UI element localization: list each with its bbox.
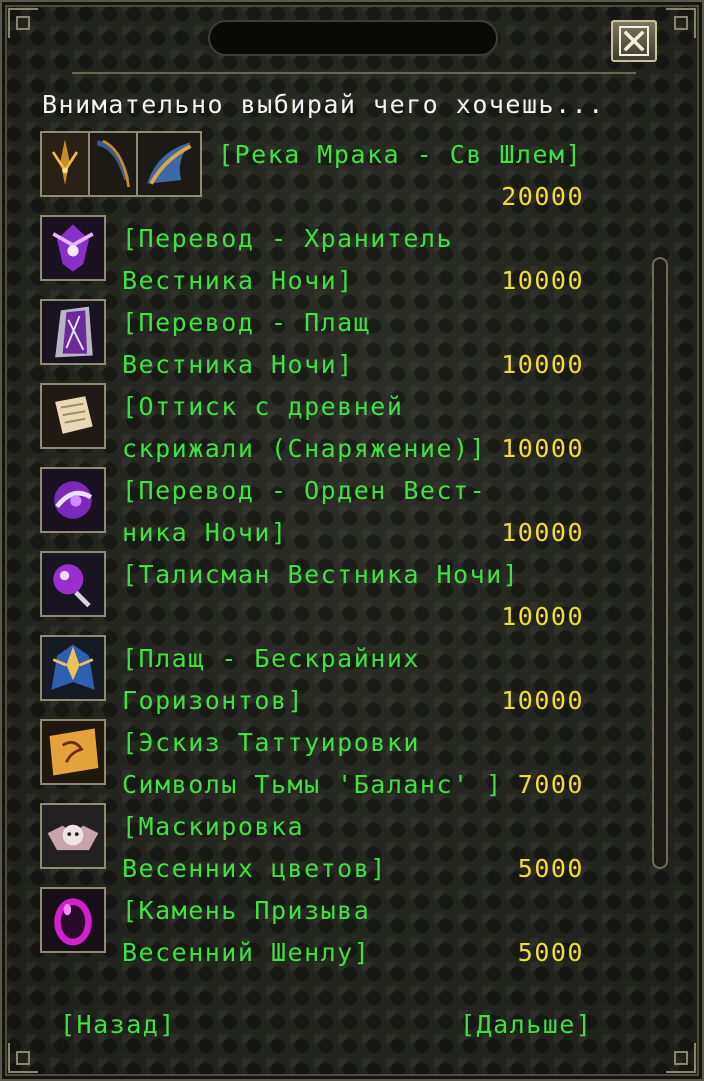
item-name[interactable]: [Перевод - Орден Вест- ника Ночи] [122,470,486,554]
next-button[interactable]: [Дальше] [460,1010,592,1039]
item-name[interactable]: [Плащ - Бескрайних Горизонтов] [122,638,420,722]
blue-cloak-icon[interactable] [40,635,106,701]
list-item: [Талисман Вестника Ночи] 10000 [2,550,704,634]
list-item: [Перевод - Орден Вест- ника Ночи] 10000 [2,466,704,550]
item-price: 20000 [501,182,584,211]
item-name[interactable]: [Оттиск с древней скрижали (Снаряжение)] [122,386,486,470]
close-button[interactable] [611,20,657,62]
list-item: [Река Мрака - Св Шлем] 20000 [2,130,704,214]
bat-costume-icon[interactable] [40,803,106,869]
item-price: 10000 [501,266,584,295]
list-item: [Камень Призыва Весенний Шенлу] 5000 [2,886,704,970]
list-item: [Маскировка Весенних цветов] 5000 [2,802,704,886]
close-x-icon [619,26,649,56]
item-price: 5000 [517,854,584,883]
item-name[interactable]: [Талисман Вестника Ночи] [122,554,519,596]
item-name[interactable]: [Эскиз Таттуировки Символы Тьмы 'Баланс'… [122,722,503,806]
talisman-icon[interactable] [40,551,106,617]
list-item: [Эскиз Таттуировки Символы Тьмы 'Баланс'… [2,718,704,802]
list-item: [Оттиск с древней скрижали (Снаряжение)]… [2,382,704,466]
summon-egg-icon[interactable] [40,887,106,953]
frame-corner [8,8,38,38]
item-name[interactable]: [Камень Призыва Весенний Шенлу] [122,890,370,974]
list-item: [Плащ - Бескрайних Горизонтов] 10000 [2,634,704,718]
helmet-set-icon[interactable] [88,131,138,197]
item-price: 10000 [501,602,584,631]
frame-corner [666,1043,696,1073]
item-price: 10000 [501,350,584,379]
frame-corner [666,8,696,38]
item-name[interactable]: [Перевод - Хранитель Вестника Ночи] [122,218,453,302]
helmet-set-icon[interactable] [40,131,90,197]
tattoo-sketch-icon[interactable] [40,719,106,785]
item-price: 10000 [501,686,584,715]
purple-cloak-icon[interactable] [40,299,106,365]
frame-corner [8,1043,38,1073]
item-name[interactable]: [Маскировка Весенних цветов] [122,806,387,890]
npc-shop-dialog: Внимательно выбирай чего хочешь... [Река… [0,0,704,1081]
scroll-icon[interactable] [40,383,106,449]
item-price: 10000 [501,434,584,463]
list-item: [Перевод - Хранитель Вестника Ночи] 1000… [2,214,704,298]
dialog-prompt: Внимательно выбирай чего хочешь... [42,90,605,119]
item-price: 5000 [517,938,584,967]
purple-guardian-icon[interactable] [40,215,106,281]
item-price: 7000 [517,770,584,799]
back-button[interactable]: [Назад] [60,1010,176,1039]
list-item: [Перевод - Плащ Вестника Ночи] 10000 [2,298,704,382]
item-price: 10000 [501,518,584,547]
title-bar [208,20,498,56]
helmet-set-icon[interactable] [136,131,202,197]
item-name[interactable]: [Перевод - Плащ Вестника Ночи] [122,302,370,386]
purple-order-icon[interactable] [40,467,106,533]
item-name[interactable]: [Река Мрака - Св Шлем] [218,134,582,176]
